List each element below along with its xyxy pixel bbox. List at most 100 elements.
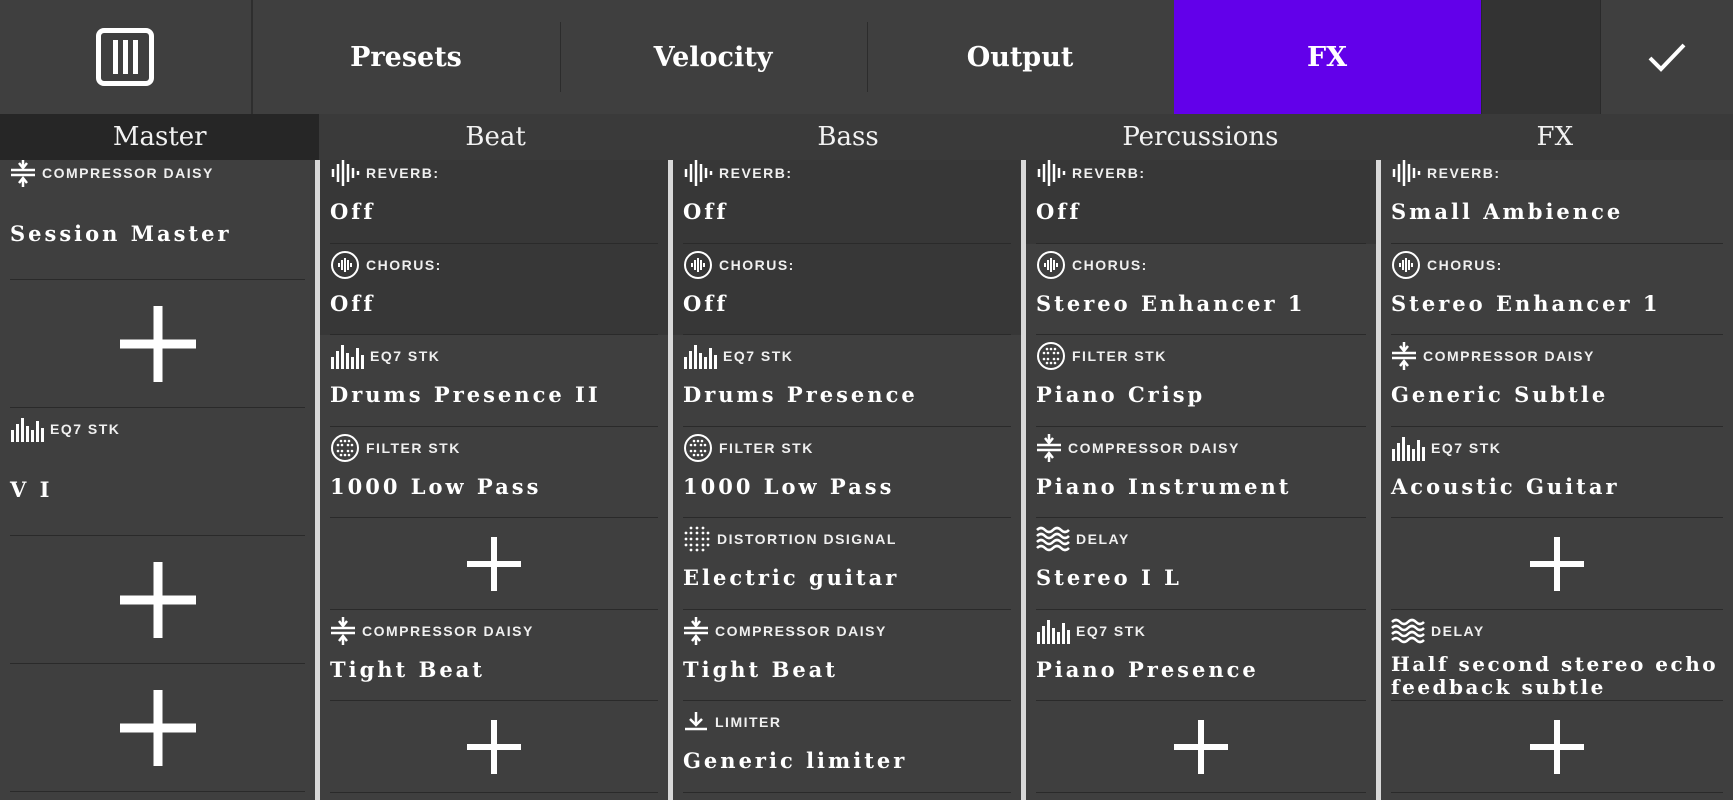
add-effect-button[interactable] [0,536,315,664]
filter-icon [1036,341,1066,371]
reverb-icon [1391,160,1421,188]
effect-slot[interactable]: COMPRESSOR DAISY Generic Subtle [1381,335,1733,427]
effect-type-label: LIMITER [683,707,782,737]
tab-fx[interactable]: FX [1173,0,1481,114]
effect-preset-name: Piano Instrument [1036,473,1292,499]
column-divider [1021,160,1026,800]
plus-icon [467,536,521,591]
effect-slot[interactable]: REVERB: Off [1026,160,1376,244]
plus-icon [119,690,196,766]
effect-preset-name: Off [683,199,729,224]
effect-slot[interactable]: LIMITER Generic limiter [673,701,1021,793]
effect-preset-name: Generic limiter [683,748,908,773]
effect-slot[interactable]: EQ7 STK V I [0,408,315,536]
eq-icon [330,343,364,369]
effect-type-label: REVERB: [1036,160,1146,188]
effect-slot[interactable]: CHORUS: Off [320,243,668,335]
eq-icon [10,416,44,442]
effect-slot[interactable]: REVERB: Small Ambience [1381,160,1733,244]
effect-preset-name: Off [330,199,376,224]
effect-type-label: DELAY [1391,616,1485,646]
effect-slot[interactable]: COMPRESSOR DAISY Tight Beat [320,610,668,701]
channel-column-master: COMPRESSOR DAISY Session Master EQ7 STK V I [0,160,315,800]
effect-type-label: EQ7 STK [10,414,120,444]
instrument-menu-button[interactable] [0,0,253,114]
effect-preset-name: Generic Subtle [1391,382,1609,407]
channel-header-row: Master Beat Bass Percussions FX [0,114,1733,160]
add-effect-button[interactable] [1026,701,1376,793]
effect-slot[interactable]: FILTER STK 1000 Low Pass [673,427,1021,518]
tab-output[interactable]: Output [866,0,1174,114]
compressor-icon [330,616,356,646]
effect-type-label: FILTER STK [330,433,461,463]
effect-slot[interactable]: COMPRESSOR DAISY Piano Instrument [1026,427,1376,518]
effect-preset-name: Drums Presence [683,382,918,407]
effect-type-label: EQ7 STK [1036,616,1146,646]
confirm-button[interactable] [1600,0,1733,114]
channel-column-bass: REVERB: Off CHORUS: Off EQ7 STK Drums Presenc… [673,160,1021,800]
effect-preset-name: 1000 Low Pass [683,473,895,499]
effect-type-label: FILTER STK [683,433,814,463]
effect-preset-name: Stereo Enhancer 1 [1036,290,1306,316]
effect-preset-name: Tight Beat [330,656,485,682]
compressor-icon [683,616,709,646]
reverb-icon [1036,160,1066,188]
effect-preset-name: Session Master [10,221,232,246]
channel-header-fx: FX [1376,114,1733,160]
add-effect-button[interactable] [320,701,668,793]
effect-slot[interactable]: REVERB: Off [320,160,668,244]
channel-column-fx: REVERB: Small Ambience CHORUS: Stereo Enhan… [1381,160,1733,800]
effect-slot[interactable]: DISTORTION DSIGNAL Electric guitar [673,518,1021,610]
fx-columns: COMPRESSOR DAISY Session Master EQ7 STK V I… [0,160,1733,800]
tab-presets[interactable]: Presets [252,0,560,114]
effect-type-label: COMPRESSOR DAISY [330,616,534,646]
reverb-icon [683,160,713,188]
empty-toolbar-slot [1480,0,1601,114]
effect-type-label: CHORUS: [330,250,442,280]
effect-slot[interactable]: FILTER STK Piano Crisp [1026,335,1376,427]
effect-slot[interactable]: CHORUS: Off [673,243,1021,335]
effect-type-label: COMPRESSOR DAISY [683,616,887,646]
effect-slot[interactable]: FILTER STK 1000 Low Pass [320,427,668,518]
effect-slot[interactable]: CHORUS: Stereo Enhancer 1 [1026,244,1376,335]
filter-icon [330,433,360,463]
delay-icon [1036,526,1070,552]
effect-slot[interactable]: DELAY Stereo I L [1026,518,1376,610]
chorus-icon [1036,250,1066,280]
effect-slot[interactable]: COMPRESSOR DAISY Session Master [0,160,315,280]
effect-type-label: CHORUS: [1036,250,1148,280]
effect-type-label: REVERB: [330,160,440,188]
effect-preset-name: Piano Crisp [1036,382,1206,407]
slot-separator [330,791,658,793]
effect-slot[interactable]: COMPRESSOR DAISY Tight Beat [673,610,1021,701]
add-effect-button[interactable] [1381,518,1733,610]
effect-type-label: DELAY [1036,524,1130,554]
effect-slot[interactable]: EQ7 STK Drums Presence II [320,335,668,427]
add-effect-button[interactable] [1381,701,1733,793]
slot-separator [1036,791,1366,793]
tab-velocity[interactable]: Velocity [559,0,867,114]
effect-slot[interactable]: DELAY Half second stereo echo feedback su… [1381,610,1733,701]
effect-slot[interactable]: EQ7 STK Drums Presence [673,335,1021,427]
chorus-icon [330,250,360,280]
effect-slot[interactable]: REVERB: Off [673,160,1021,244]
effect-slot[interactable]: CHORUS: Stereo Enhancer 1 [1381,244,1733,335]
add-effect-button[interactable] [0,280,315,408]
top-bar: Presets Velocity Output FX [0,0,1733,114]
effect-preset-name: Small Ambience [1391,199,1624,224]
effect-slot[interactable]: EQ7 STK Acoustic Guitar [1381,427,1733,518]
effect-preset-name: 1000 Low Pass [330,473,542,499]
slot-separator [1391,791,1723,793]
effect-preset-name: Off [683,290,729,316]
tab-bar: Presets Velocity Output FX [252,0,1481,114]
limiter-icon [683,711,709,733]
add-effect-button[interactable] [0,664,315,792]
effect-preset-name: Tight Beat [683,656,838,682]
column-divider [315,160,320,800]
effect-slot[interactable]: EQ7 STK Piano Presence [1026,610,1376,701]
effect-preset-name: Stereo I L [1036,565,1182,590]
column-divider [1376,160,1381,800]
effect-type-label: DISTORTION DSIGNAL [683,524,897,554]
plus-icon [1530,719,1584,774]
add-effect-button[interactable] [320,518,668,610]
